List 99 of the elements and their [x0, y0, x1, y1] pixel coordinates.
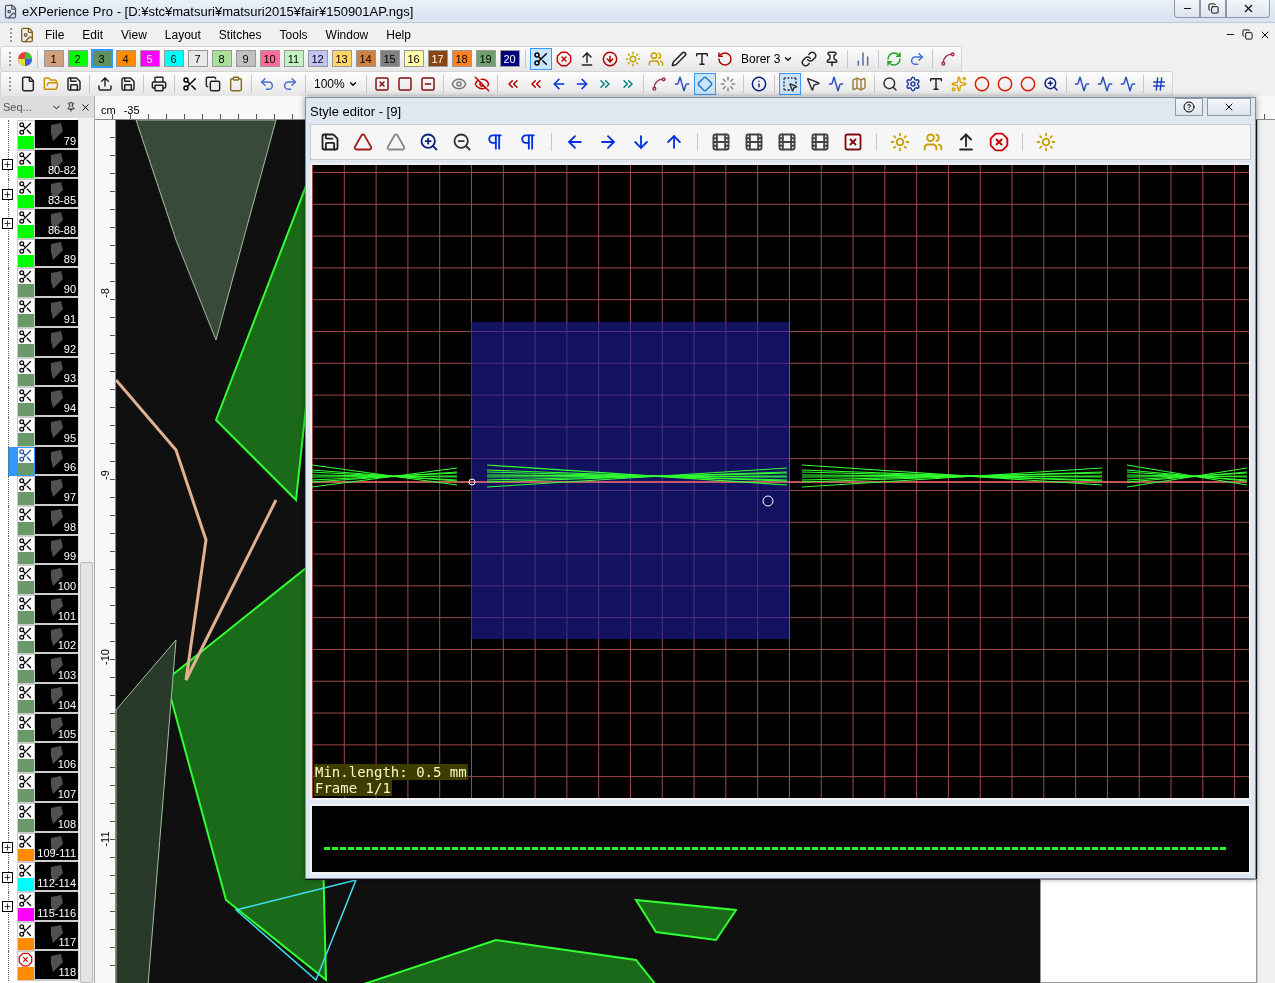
sequence-label: 83-85 — [47, 194, 76, 207]
color-swatch[interactable]: 15 — [379, 50, 400, 67]
menu-item[interactable]: Stitches — [210, 25, 270, 44]
sequence-label: 91 — [63, 312, 76, 325]
color-swatch[interactable]: 18 — [451, 50, 472, 67]
sequence-label: 98 — [63, 520, 76, 533]
sequence-label: 92 — [63, 342, 76, 355]
dropdown[interactable]: 100% — [310, 72, 362, 95]
info-text: Min.length: 0.5 mm — [314, 764, 468, 780]
sequence-label: 108 — [57, 817, 76, 830]
sequence-thumbnail[interactable]: 93 — [35, 357, 78, 388]
sequence-label: 93 — [63, 372, 76, 385]
sequence-thumbnail[interactable]: 102 — [35, 624, 78, 655]
sequence-label: 118 — [58, 965, 76, 978]
sequence-label: 112-114 — [37, 876, 76, 889]
info-text: Frame 1/1 — [314, 780, 392, 796]
sequence-thumbnail[interactable]: 97 — [35, 476, 78, 506]
sequence-label: 89 — [63, 253, 76, 266]
menu-item[interactable]: Edit — [74, 25, 112, 44]
sequence-label: 90 — [63, 283, 76, 296]
stitch-editor-grid[interactable]: Min.length: 0.5 mm Frame 1/1 — [310, 163, 1251, 800]
sequence-label: 107 — [57, 787, 76, 800]
ruler-label: -35 — [123, 104, 140, 116]
menu-item[interactable]: Help — [378, 25, 419, 44]
sequence-thumbnail[interactable]: 104 — [35, 684, 78, 714]
sequence-thumbnail[interactable]: 98 — [35, 505, 78, 536]
sequence-thumbnail[interactable]: 79 — [35, 120, 78, 150]
sequence-thumbnail[interactable]: 94 — [35, 387, 78, 417]
sequence-label: 97 — [63, 490, 76, 503]
sequence-thumbnail[interactable]: 100 — [35, 565, 78, 595]
color-swatch[interactable]: 17 — [427, 50, 448, 67]
sequence-label: 109-111 — [37, 847, 76, 860]
sequence-label: 117 — [58, 936, 76, 949]
ruler-label: -11 — [98, 831, 112, 847]
ruler-unit: cm — [101, 104, 116, 116]
sequence-label: 99 — [63, 550, 76, 563]
dropdown[interactable]: Borer 3 — [737, 47, 798, 70]
sequence-thumbnail[interactable]: 108 — [35, 802, 78, 833]
sequence-label: 101 — [57, 609, 76, 622]
color-swatch[interactable]: 13 — [331, 50, 352, 67]
sequence-thumbnail[interactable]: 92 — [35, 327, 78, 358]
sequence-label: 115-116 — [37, 906, 76, 919]
sequence-thumbnail[interactable]: 118 — [35, 951, 78, 981]
color-swatch[interactable]: 9 — [235, 50, 256, 67]
sequence-thumbnail[interactable]: 86-88 — [35, 209, 78, 239]
menu-item[interactable]: File — [37, 25, 73, 44]
sequence-label: 80-82 — [47, 164, 76, 177]
sequence-label: 94 — [63, 401, 76, 414]
ruler-label: -10 — [98, 649, 112, 665]
menu-item[interactable]: View — [113, 25, 155, 44]
sequence-thumbnail[interactable]: 96 — [35, 446, 78, 477]
sequence-thumbnail[interactable]: 105 — [35, 713, 78, 744]
color-swatch[interactable]: 3 — [91, 50, 112, 67]
sequence-thumbnail[interactable]: 90 — [35, 268, 78, 299]
sequence-thumbnail[interactable]: 83-85 — [35, 179, 78, 210]
sequence-label: 106 — [57, 758, 76, 771]
sequence-thumbnail[interactable]: 101 — [35, 595, 78, 625]
sequence-label: 95 — [63, 431, 76, 444]
color-swatch[interactable]: 6 — [163, 50, 184, 67]
color-swatch[interactable]: 12 — [307, 50, 328, 67]
ruler-label: -9 — [98, 470, 112, 480]
color-swatch[interactable]: 20 — [499, 50, 520, 67]
sequence-label: 102 — [57, 639, 76, 652]
color-swatch[interactable]: 1 — [43, 50, 64, 67]
sequence-thumbnail[interactable]: 89 — [35, 238, 78, 269]
ruler-label: -8 — [98, 288, 112, 298]
sequence-label: 96 — [63, 461, 76, 474]
color-swatch[interactable]: 8 — [211, 50, 232, 67]
color-swatch[interactable]: 4 — [115, 50, 136, 67]
menu-item[interactable]: Tools — [271, 25, 316, 44]
sequence-thumbnail[interactable]: 103 — [35, 654, 78, 685]
color-swatch[interactable]: 7 — [187, 50, 208, 67]
sequence-label: 105 — [57, 728, 76, 741]
sequence-thumbnail[interactable]: 95 — [35, 416, 78, 447]
sequence-thumbnail[interactable]: 112-114 — [35, 862, 78, 892]
window-title: eXPerience Pro - [D:¥stc¥matsuri¥matsuri2015¥fair¥150901AP.ngs] — [22, 3, 415, 19]
sequence-thumbnail[interactable]: 80-82 — [35, 149, 78, 180]
color-swatch[interactable]: 11 — [283, 50, 304, 67]
panel-title: Seq... — [3, 101, 33, 113]
sequence-thumbnail[interactable]: 107 — [35, 773, 78, 803]
color-swatch[interactable]: 2 — [67, 50, 88, 67]
color-swatch[interactable]: 16 — [403, 50, 424, 67]
sequence-label: 86-88 — [47, 223, 76, 236]
sequence-label: 79 — [63, 134, 76, 147]
sequence-label: 100 — [57, 580, 76, 592]
sequence-thumbnail[interactable]: 117 — [35, 921, 78, 952]
sequence-label: 103 — [57, 669, 76, 682]
color-swatch[interactable]: 10 — [259, 50, 280, 67]
menu-item[interactable]: Window — [317, 25, 377, 44]
menu-item[interactable]: Layout — [156, 25, 209, 44]
sequence-thumbnail[interactable]: 91 — [35, 298, 78, 328]
sequence-label: 104 — [57, 698, 76, 711]
sequence-thumbnail[interactable]: 99 — [35, 535, 78, 566]
color-swatch[interactable]: 14 — [355, 50, 376, 67]
color-swatch[interactable]: 19 — [475, 50, 496, 67]
sequence-thumbnail[interactable]: 115-116 — [35, 891, 78, 922]
sequence-thumbnail[interactable]: 109-111 — [35, 832, 78, 863]
sequence-thumbnail[interactable]: 106 — [35, 743, 78, 774]
dialog-title: Style editor - [9] — [310, 103, 403, 119]
